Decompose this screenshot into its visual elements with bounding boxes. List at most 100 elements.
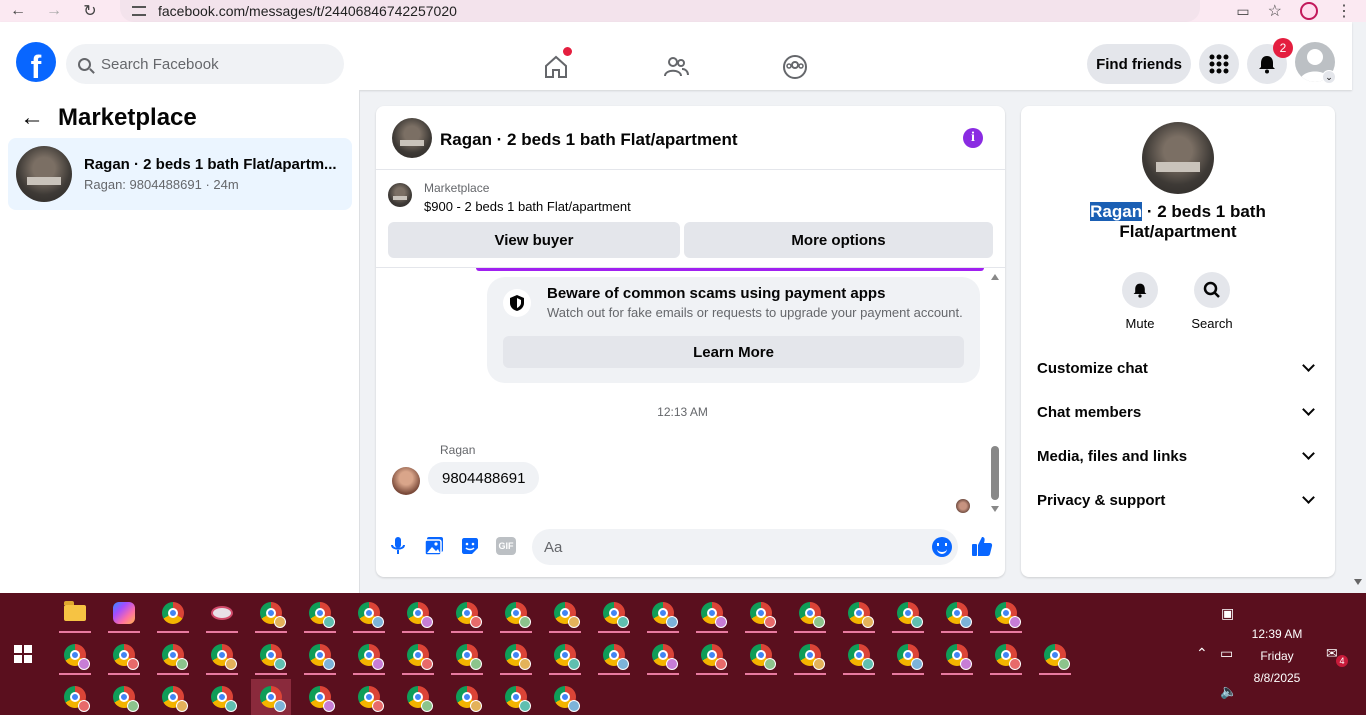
address-bar[interactable]: facebook.com/messages/t/2440684674225702… <box>120 0 1200 22</box>
chrome-profile-icon[interactable] <box>839 637 879 675</box>
listing-thumbnail[interactable] <box>392 118 432 158</box>
chat-members-row[interactable]: Chat members <box>1037 394 1319 430</box>
nav-home[interactable] <box>526 44 586 90</box>
bookmark-star-icon[interactable]: ☆ <box>1268 1 1282 21</box>
install-app-icon[interactable]: ▭ <box>1236 3 1249 20</box>
chrome-profile-icon[interactable] <box>496 637 536 675</box>
chrome-profile-icon[interactable] <box>447 637 487 675</box>
chrome-profile-icon[interactable] <box>545 595 585 633</box>
chrome-profile-icon[interactable] <box>937 595 977 633</box>
forward-arrow-icon[interactable]: → <box>36 2 72 20</box>
back-arrow-icon[interactable]: ← <box>20 104 44 132</box>
chrome-profile-icon[interactable] <box>398 595 438 633</box>
chrome-profile-icon[interactable] <box>643 637 683 675</box>
chrome-profile-icon[interactable] <box>55 637 95 675</box>
chrome-icon[interactable] <box>153 595 193 633</box>
chrome-profile-icon[interactable] <box>692 637 732 675</box>
chrome-profile-icon[interactable] <box>790 595 830 633</box>
chrome-profile-icon[interactable] <box>251 679 291 715</box>
system-clock[interactable]: 12:39 AM Friday 8/8/2025 <box>1244 623 1310 689</box>
sender-avatar[interactable] <box>392 467 420 495</box>
chrome-profile-icon[interactable] <box>153 637 193 675</box>
chrome-profile-icon[interactable] <box>202 637 242 675</box>
chrome-profile-icon[interactable] <box>986 595 1026 633</box>
copilot-icon[interactable] <box>104 595 144 633</box>
chat-title[interactable]: Ragan · 2 beds 1 bath Flat/apartment <box>440 130 738 150</box>
view-buyer-button[interactable]: View buyer <box>388 222 680 258</box>
privacy-support-row[interactable]: Privacy & support <box>1037 482 1319 518</box>
chrome-profile-icon[interactable] <box>496 679 536 715</box>
microphone-icon[interactable] <box>386 534 410 558</box>
chrome-profile-icon[interactable] <box>447 595 487 633</box>
chat-scrollbar[interactable] <box>987 270 1003 514</box>
chrome-profile-icon[interactable] <box>1035 637 1075 675</box>
chrome-profile-icon[interactable] <box>643 595 683 633</box>
message-bubble[interactable]: 9804488691 <box>428 462 540 494</box>
chrome-profile-icon[interactable] <box>888 595 928 633</box>
browser-profile-icon[interactable] <box>1300 2 1318 20</box>
notifications-button[interactable]: 2 <box>1247 38 1293 84</box>
customize-chat-row[interactable]: Customize chat <box>1037 350 1319 386</box>
chrome-profile-icon[interactable] <box>349 595 389 633</box>
chrome-profile-icon[interactable] <box>251 637 291 675</box>
chrome-profile-icon[interactable] <box>594 595 634 633</box>
chrome-profile-icon[interactable] <box>986 637 1026 675</box>
chrome-profile-icon[interactable] <box>839 595 879 633</box>
chrome-profile-icon[interactable] <box>594 637 634 675</box>
chrome-profile-icon[interactable] <box>349 637 389 675</box>
chrome-profile-icon[interactable] <box>349 679 389 715</box>
back-arrow-icon[interactable]: ← <box>0 2 36 20</box>
more-options-button[interactable]: More options <box>684 222 993 258</box>
scroll-down-arrow-icon[interactable] <box>991 506 999 512</box>
browser-menu-icon[interactable]: ⋮ <box>1336 1 1352 21</box>
nav-groups[interactable] <box>765 44 825 90</box>
chrome-profile-icon[interactable] <box>104 679 144 715</box>
scroll-up-arrow-icon[interactable] <box>991 274 999 280</box>
scrollbar-thumb[interactable] <box>991 446 999 500</box>
facebook-search-input[interactable]: Search Facebook <box>66 44 344 84</box>
volume-icon[interactable]: 🔈 <box>1220 683 1237 700</box>
conversation-item[interactable]: Ragan · 2 beds 1 bath Flat/apartm... Rag… <box>8 138 352 210</box>
chrome-profile-icon[interactable] <box>496 595 536 633</box>
chrome-profile-icon[interactable] <box>888 637 928 675</box>
chrome-profile-icon[interactable] <box>447 679 487 715</box>
chrome-profile-icon[interactable] <box>300 637 340 675</box>
chrome-profile-icon[interactable] <box>153 679 193 715</box>
chrome-profile-icon[interactable] <box>202 679 242 715</box>
chrome-profile-icon[interactable] <box>251 595 291 633</box>
gif-icon[interactable]: GIF <box>494 534 518 558</box>
chrome-profile-icon[interactable] <box>741 595 781 633</box>
chrome-profile-icon[interactable] <box>300 595 340 633</box>
chrome-profile-icon[interactable] <box>545 637 585 675</box>
chrome-profile-icon[interactable] <box>398 637 438 675</box>
message-input[interactable] <box>532 529 958 565</box>
chevron-up-icon[interactable]: ⌃ <box>1196 645 1208 662</box>
chrome-profile-icon[interactable] <box>104 637 144 675</box>
site-info-icon[interactable] <box>132 6 146 16</box>
reload-icon[interactable]: ↻ <box>72 1 108 21</box>
listing-large-thumbnail[interactable] <box>1142 122 1214 194</box>
chrome-profile-icon[interactable] <box>300 679 340 715</box>
chrome-profile-icon[interactable] <box>692 595 732 633</box>
photo-icon[interactable] <box>422 534 446 558</box>
media-files-links-row[interactable]: Media, files and links <box>1037 438 1319 474</box>
page-scroll-down-arrow-icon[interactable] <box>1354 579 1362 585</box>
chrome-profile-icon[interactable] <box>790 637 830 675</box>
facebook-logo-icon[interactable]: f <box>16 42 56 82</box>
emoji-icon[interactable] <box>932 537 952 557</box>
menu-grid-button[interactable] <box>1199 44 1239 84</box>
windows-start-icon[interactable] <box>14 645 32 663</box>
find-friends-button[interactable]: Find friends <box>1087 44 1191 84</box>
chrome-profile-icon[interactable] <box>545 679 585 715</box>
account-chevron-icon[interactable]: ⌄ <box>1322 70 1336 84</box>
sticker-icon[interactable] <box>458 534 482 558</box>
search-conversation-button[interactable]: Search <box>1182 272 1242 331</box>
mute-button[interactable]: Mute <box>1110 272 1170 331</box>
network-icon[interactable]: ▭ <box>1220 645 1233 662</box>
file-explorer-icon[interactable] <box>55 595 95 633</box>
chrome-profile-icon[interactable] <box>937 637 977 675</box>
snipping-tool-icon[interactable] <box>202 595 242 633</box>
learn-more-button[interactable]: Learn More <box>503 336 964 368</box>
chrome-profile-icon[interactable] <box>398 679 438 715</box>
camera-tray-icon[interactable]: ▣ <box>1221 605 1234 622</box>
